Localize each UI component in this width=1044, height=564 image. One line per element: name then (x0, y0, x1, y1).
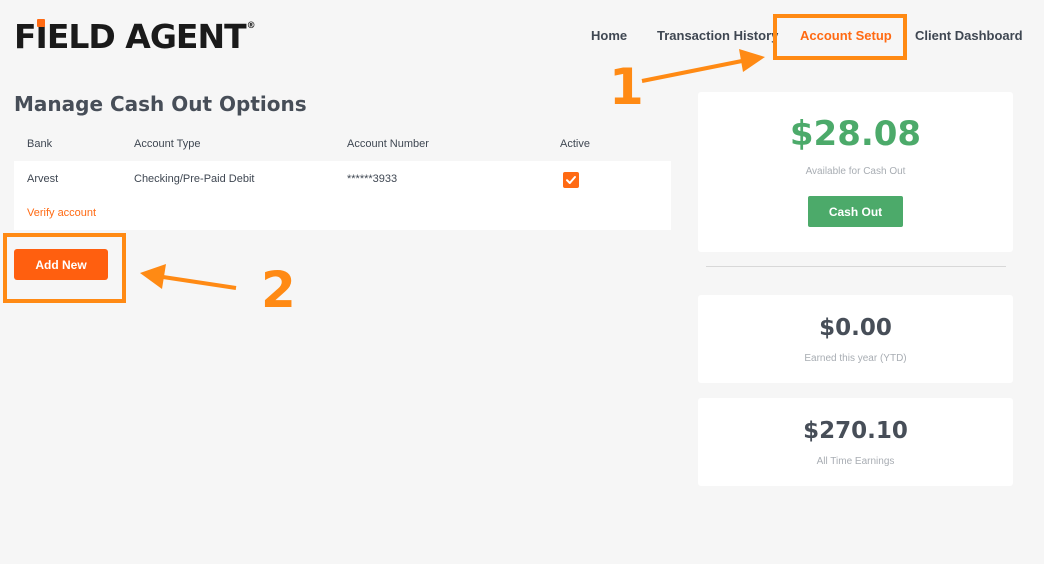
cell-bank: Arvest (27, 173, 59, 185)
add-new-button[interactable]: Add New (14, 249, 108, 280)
nav-transaction-history[interactable]: Transaction History (657, 28, 778, 43)
column-header-active: Active (560, 138, 590, 150)
column-header-account-number: Account Number (347, 138, 429, 150)
page-title: Manage Cash Out Options (14, 92, 307, 116)
active-checkbox[interactable] (563, 172, 579, 188)
arrow-to-account-setup-icon (641, 49, 765, 83)
step-number-1: 1 (609, 58, 644, 116)
available-cash-card: $28.08 Available for Cash Out Cash Out (698, 92, 1013, 252)
logo-orange-dot (37, 19, 46, 27)
nav-home[interactable]: Home (591, 28, 627, 43)
field-agent-logo[interactable]: FI ELD AGENT® (14, 6, 256, 57)
available-label: Available for Cash Out (805, 166, 906, 177)
ytd-label: Earned this year (YTD) (804, 353, 907, 364)
all-time-label: All Time Earnings (816, 456, 895, 467)
all-time-amount: $270.10 (803, 418, 908, 444)
ytd-earnings-card: $0.00 Earned this year (YTD) (698, 295, 1013, 383)
verify-account-link[interactable]: Verify account (27, 207, 96, 219)
ytd-amount: $0.00 (819, 315, 892, 341)
column-header-bank: Bank (27, 138, 53, 150)
divider (706, 266, 1006, 267)
cell-account-number: ******3933 (347, 173, 398, 185)
cell-account-type: Checking/Pre-Paid Debit (134, 173, 255, 185)
all-time-earnings-card: $270.10 All Time Earnings (698, 398, 1013, 486)
table-row: Arvest Checking/Pre-Paid Debit ******393… (14, 161, 671, 230)
logo-letter-i: I (35, 17, 48, 56)
cash-out-button[interactable]: Cash Out (808, 196, 903, 227)
highlight-box-account-setup (773, 14, 907, 60)
nav-client-dashboard[interactable]: Client Dashboard (915, 28, 1023, 43)
checkmark-icon (566, 176, 576, 184)
step-number-2: 2 (261, 261, 296, 319)
registered-mark: ® (246, 21, 256, 31)
logo-text: ELD AGENT (46, 17, 247, 56)
arrow-to-add-new-icon (140, 264, 237, 290)
available-amount: $28.08 (789, 114, 922, 154)
column-header-account-type: Account Type (134, 138, 201, 150)
logo-letter-f: F (14, 17, 37, 56)
